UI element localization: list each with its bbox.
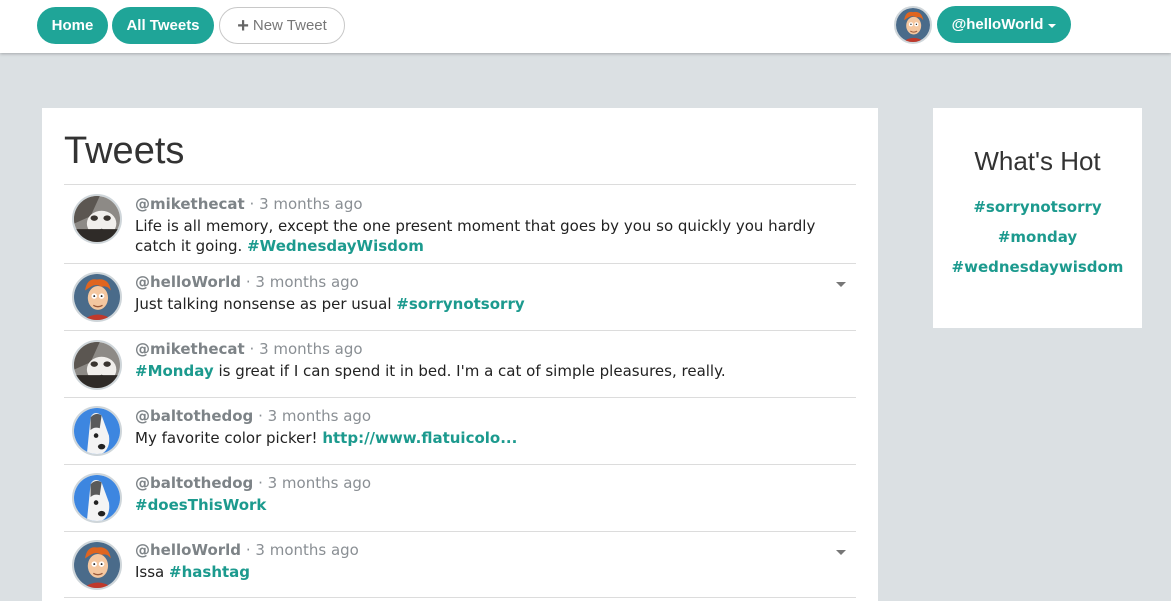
meta-separator: · [258, 407, 263, 425]
tweet-handle[interactable]: @helloWorld [135, 273, 241, 291]
user-menu-button[interactable]: @helloWorld [937, 6, 1071, 43]
meta-separator: · [249, 340, 255, 358]
meta-separator: · [258, 474, 263, 492]
meta-separator: · [245, 273, 251, 291]
whats-hot-title: What's Hot [974, 146, 1101, 176]
dog-avatar-icon [74, 475, 120, 521]
fry-avatar-image [896, 8, 930, 42]
tweet-hashtag-link[interactable]: #hashtag [169, 563, 250, 581]
chevron-down-icon [1048, 23, 1057, 28]
tweet-time: 3 months ago [259, 195, 363, 213]
tweet-text: My favorite color picker! http://www.fla… [135, 428, 850, 448]
dog-avatar-icon [74, 408, 120, 454]
tweet-text: Just talking nonsense as per usual #sorr… [135, 294, 850, 314]
home-button[interactable]: Home [37, 7, 108, 44]
tweet-body-text: Just talking nonsense as per usual [135, 295, 392, 313]
whats-hot-panel: What's Hot #sorrynotsorry #monday #wedne… [933, 108, 1142, 328]
trending-tag-link[interactable]: #monday [933, 228, 1142, 246]
tweets-panel: Tweets @mikethecat · 3 months ago Life i… [42, 108, 878, 601]
tweet-menu-caret-icon[interactable] [836, 550, 846, 555]
tweet-url-link[interactable]: http://www.flatuicolo... [322, 429, 517, 447]
top-navbar: Home All Tweets + New Tweet @helloWorld [0, 0, 1171, 53]
tweet-hashtag-link[interactable]: #Monday [135, 362, 214, 380]
tweet-time: 3 months ago [259, 340, 363, 358]
fry-avatar-icon [74, 274, 120, 320]
tweet-avatar[interactable] [72, 340, 122, 390]
tweet-avatar[interactable] [72, 272, 122, 322]
new-tweet-button[interactable]: + New Tweet [219, 7, 345, 44]
plus-icon: + [237, 14, 249, 37]
tweet-text: Issa #hashtag [135, 562, 850, 582]
tweet-meta: @baltothedog · 3 months ago [135, 474, 371, 492]
tweet-item: @mikethecat · 3 months ago #Monday is gr… [64, 330, 856, 397]
tweet-body-text: Life is all memory, except the one prese… [135, 217, 816, 255]
page-title: Tweets [64, 130, 185, 172]
tweet-time: 3 months ago [255, 273, 359, 291]
tweet-avatar[interactable] [72, 406, 122, 456]
new-tweet-label: New Tweet [252, 17, 327, 34]
tweet-hashtag-link[interactable]: #sorrynotsorry [396, 295, 524, 313]
tweet-body-text: My favorite color picker! [135, 429, 318, 447]
tweet-meta: @mikethecat · 3 months ago [135, 340, 363, 358]
tweet-text: #doesThisWork [135, 495, 850, 515]
tweet-text: Life is all memory, except the one prese… [135, 216, 850, 256]
tweet-meta: @helloWorld · 3 months ago [135, 541, 359, 559]
tweet-hashtag-link[interactable]: #WednesdayWisdom [247, 237, 424, 255]
tweet-handle[interactable]: @baltothedog [135, 407, 253, 425]
tweet-item: @mikethecat · 3 months ago Life is all m… [64, 184, 856, 263]
tweet-menu-caret-icon[interactable] [836, 282, 846, 287]
tweet-meta: @helloWorld · 3 months ago [135, 273, 359, 291]
user-handle-label: @helloWorld [951, 16, 1044, 33]
tweet-handle[interactable]: @mikethecat [135, 340, 245, 358]
tweet-text: #Monday is great if I can spend it in be… [135, 361, 850, 381]
tweet-item: @baltothedog · 3 months ago #doesThisWor… [64, 464, 856, 531]
fry-avatar-icon [74, 542, 120, 588]
tweet-avatar[interactable] [72, 194, 122, 244]
meta-separator: · [249, 195, 255, 213]
tweet-avatar[interactable] [72, 540, 122, 590]
tweet-time: 3 months ago [267, 407, 372, 425]
tweet-handle[interactable]: @helloWorld [135, 541, 241, 559]
tweet-item: @baltothedog · 3 months ago My favorite … [64, 397, 856, 464]
user-avatar[interactable] [894, 6, 932, 44]
tweet-item: @helloWorld · 3 months ago Issa #hashtag [64, 531, 856, 598]
tweet-hashtag-link[interactable]: #doesThisWork [135, 496, 266, 514]
tweet-item: @helloWorld · 3 months ago Just talking … [64, 263, 856, 330]
tweet-avatar[interactable] [72, 473, 122, 523]
tweet-meta: @mikethecat · 3 months ago [135, 195, 363, 213]
trending-tag-link[interactable]: #wednesdaywisdom [933, 258, 1142, 276]
tweet-time: 3 months ago [255, 541, 359, 559]
tweet-handle[interactable]: @baltothedog [135, 474, 253, 492]
cat-avatar-icon [74, 342, 120, 388]
trending-tag-link[interactable]: #sorrynotsorry [933, 198, 1142, 216]
tweet-time: 3 months ago [267, 474, 372, 492]
tweet-meta: @baltothedog · 3 months ago [135, 407, 371, 425]
meta-separator: · [245, 541, 251, 559]
cat-avatar-icon [74, 196, 120, 242]
tweet-body-text: is great if I can spend it in bed. I'm a… [218, 362, 726, 380]
tweet-handle[interactable]: @mikethecat [135, 195, 245, 213]
all-tweets-button[interactable]: All Tweets [112, 7, 214, 44]
tweet-body-text: Issa [135, 563, 165, 581]
